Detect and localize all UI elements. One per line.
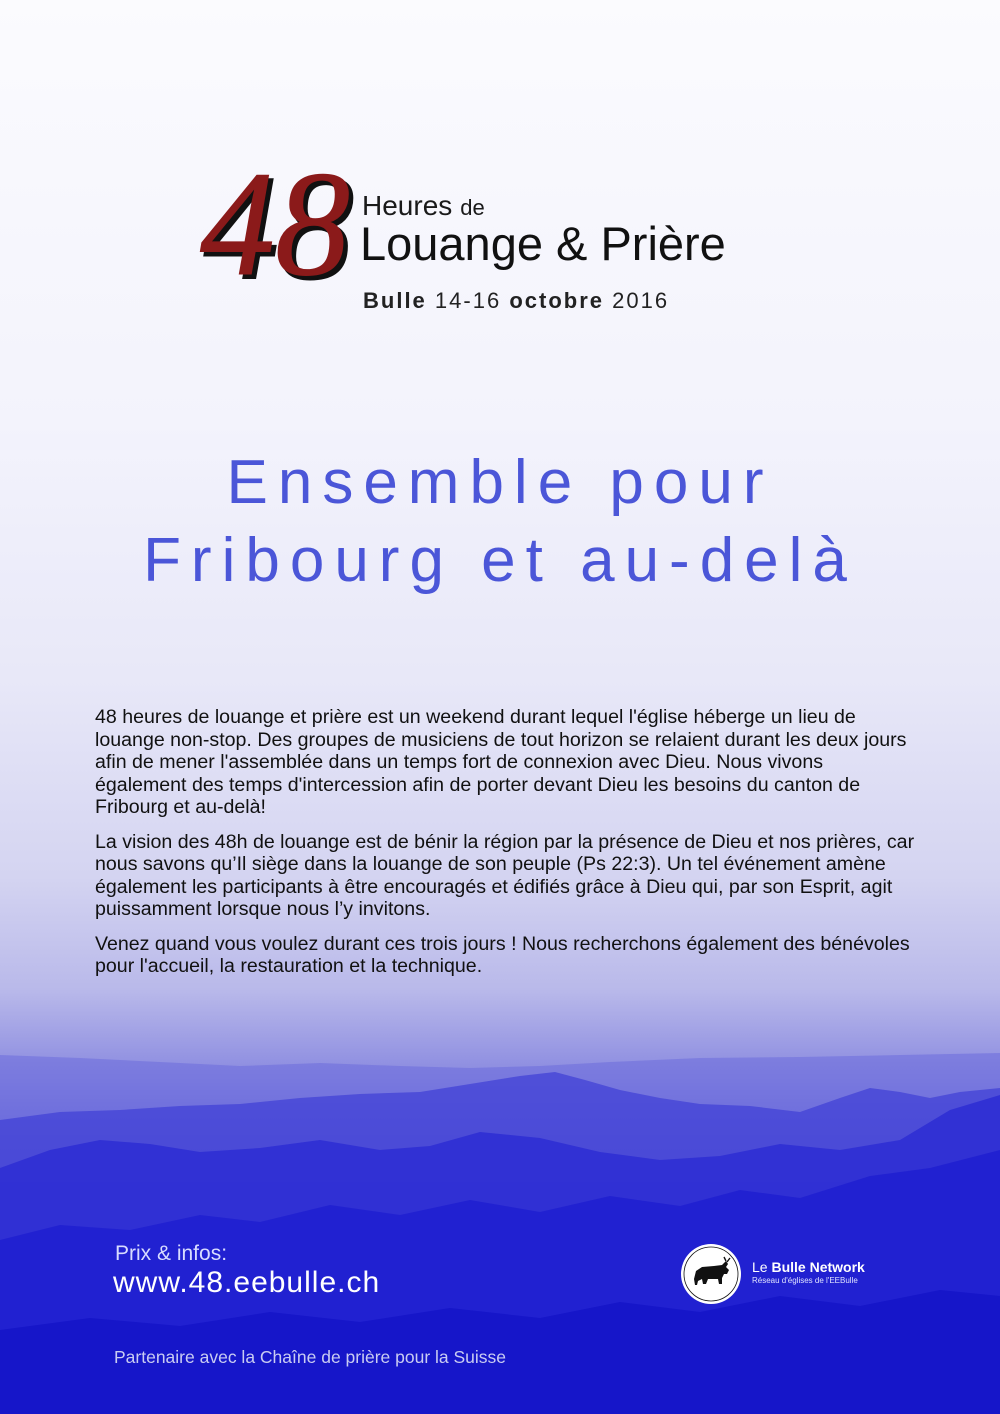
paragraph-3: Venez quand vous voulez durant ces trois…: [95, 932, 910, 978]
paragraph-1: 48 heures de louange et prière est un we…: [95, 706, 907, 818]
date-month: octobre: [509, 288, 605, 313]
network-name: Le Bulle Network: [752, 1259, 865, 1275]
date-days: 14-16: [434, 288, 502, 313]
date-place: Bulle: [363, 288, 427, 313]
description-text: 48 heures de louange et prière est un we…: [95, 706, 915, 990]
prix-infos-label: Prix & infos:: [115, 1242, 228, 1265]
48-logo-icon: 48 48: [200, 150, 356, 300]
partner-text: Partenaire avec la Chaîne de prière pour…: [114, 1347, 507, 1367]
svg-text:48: 48: [200, 150, 350, 300]
tagline-line-2: Fribourg et au-delà: [143, 526, 857, 595]
bull-icon: [681, 1244, 741, 1304]
poster: 48 48 Heures de Louange & Prière Bulle 14…: [0, 0, 1000, 1414]
event-title: Louange & Prière: [360, 217, 726, 270]
network-name-bold: Bulle Network: [771, 1259, 865, 1275]
date-year: 2016: [612, 288, 670, 313]
tagline-line-1: Ensemble pour: [226, 448, 774, 517]
network-name-prefix: Le: [752, 1259, 768, 1275]
network-subtitle: Réseau d'églises de l'EEBulle: [752, 1276, 858, 1285]
website-link[interactable]: www.48.eebulle.ch: [113, 1266, 380, 1300]
paragraph-2: La vision des 48h de louange est de béni…: [95, 830, 915, 921]
tagline: Ensemble pour Fribourg et au-delà: [0, 444, 1000, 600]
event-date: Bulle 14-16 octobre 2016: [363, 288, 669, 314]
